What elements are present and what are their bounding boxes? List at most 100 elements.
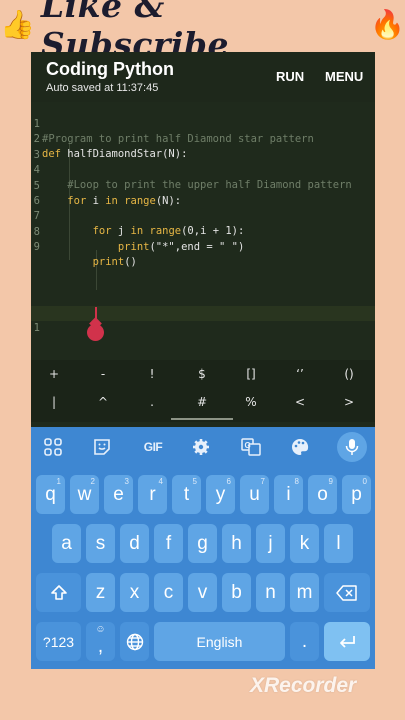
key-label: i	[286, 483, 291, 505]
symbols-key[interactable]: ?123	[36, 622, 81, 661]
key-label: v	[197, 581, 208, 603]
key-c[interactable]: c	[154, 573, 183, 612]
symbol-key[interactable]: $	[182, 367, 222, 381]
key-g[interactable]: g	[188, 524, 217, 563]
code-text: print("*",end = " ")	[117, 241, 245, 253]
key-t[interactable]: t5	[172, 475, 201, 514]
code-editor[interactable]: 1 #Program to print half Diamond star pa…	[31, 102, 375, 360]
key-label: q	[45, 483, 56, 505]
key-label: a	[61, 532, 72, 554]
palette-icon[interactable]	[289, 436, 311, 458]
key-w[interactable]: w2	[70, 475, 99, 514]
run-button[interactable]: RUN	[276, 69, 304, 84]
symbol-key[interactable]: ‘’	[280, 367, 320, 381]
line-number: 9	[33, 241, 40, 253]
key-hint: 5	[192, 477, 197, 486]
key-label: d	[129, 532, 140, 554]
key-q[interactable]: q1	[36, 475, 65, 514]
symbol-key[interactable]: +	[34, 367, 74, 381]
symbol-key[interactable]: ()	[329, 367, 369, 381]
key-l[interactable]: l	[324, 524, 353, 563]
key-label: m	[296, 581, 313, 603]
key-n[interactable]: n	[256, 573, 285, 612]
enter-icon	[340, 635, 355, 648]
key-label: u	[249, 483, 260, 505]
symbol-key[interactable]: >	[329, 395, 369, 409]
key-label: x	[129, 581, 140, 603]
key-hint: 3	[124, 477, 129, 486]
comma-key[interactable]: , ☺	[86, 622, 115, 661]
key-p[interactable]: p0	[342, 475, 371, 514]
sticker-icon[interactable]	[91, 436, 113, 458]
key-s[interactable]: s	[86, 524, 115, 563]
menu-button[interactable]: MENU	[325, 69, 363, 84]
key-m[interactable]: m	[290, 573, 319, 612]
symbol-bar: + - ! $ [] ‘’ () | ^ . # % < >	[31, 360, 375, 422]
key-label: b	[231, 581, 242, 603]
code-text: print()	[92, 256, 137, 268]
thumbs-up-icon: 👍	[0, 8, 35, 41]
key-label: ,	[97, 635, 104, 657]
emoji-icon: ☺	[95, 624, 106, 635]
code-line: 4 #Loop to print the upper half Diamond …	[31, 148, 375, 191]
translate-icon[interactable]: G	[240, 436, 262, 458]
symbol-key[interactable]: <	[280, 395, 320, 409]
watermark: XRecorder	[250, 674, 357, 697]
key-hint: 2	[90, 477, 95, 486]
key-j[interactable]: j	[256, 524, 285, 563]
enter-key[interactable]	[324, 622, 370, 661]
apps-grid-icon[interactable]	[42, 436, 64, 458]
app-title: Coding Python	[46, 59, 174, 79]
globe-key[interactable]	[120, 622, 149, 661]
backspace-icon	[336, 584, 357, 601]
key-label: z	[95, 581, 106, 603]
key-d[interactable]: d	[120, 524, 149, 563]
key-e[interactable]: e3	[104, 475, 133, 514]
key-u[interactable]: u7	[240, 475, 269, 514]
cursor-handle[interactable]	[87, 324, 104, 341]
shift-key[interactable]	[36, 573, 81, 612]
key-v[interactable]: v	[188, 573, 217, 612]
symbol-key[interactable]: -	[83, 367, 123, 381]
key-k[interactable]: k	[290, 524, 319, 563]
autosave-status: Auto saved at 11:37:45	[46, 82, 159, 94]
gif-button[interactable]: GIF	[140, 436, 166, 458]
fire-icon: 🔥	[370, 8, 405, 41]
key-z[interactable]: z	[86, 573, 115, 612]
key-hint: 0	[362, 477, 367, 486]
symbol-key[interactable]: |	[34, 395, 74, 409]
keyboard: GIF G q1 w2 e3 r4 t5 y6 u7 i8 o9 p0 a s …	[31, 427, 375, 669]
code-line: 2 def halfDiamondStar(N):	[31, 117, 375, 160]
key-hint: 4	[158, 477, 163, 486]
space-key[interactable]: English	[154, 622, 285, 661]
code-line: 3	[31, 133, 375, 161]
key-label: English	[196, 633, 243, 650]
symbol-key[interactable]: .	[132, 395, 172, 409]
symbol-key[interactable]: #	[182, 395, 222, 409]
backspace-key[interactable]	[324, 573, 370, 612]
key-i[interactable]: i8	[274, 475, 303, 514]
key-hint: 8	[294, 477, 299, 486]
key-f[interactable]: f	[154, 524, 183, 563]
key-label: h	[231, 532, 242, 554]
key-b[interactable]: b	[222, 573, 251, 612]
key-y[interactable]: y6	[206, 475, 235, 514]
code-line: 0	[31, 292, 375, 320]
mic-icon[interactable]	[341, 436, 363, 458]
settings-icon[interactable]	[190, 436, 212, 458]
symbol-key[interactable]: !	[132, 367, 172, 381]
keyboard-toolbar: GIF G	[31, 427, 375, 467]
symbol-key[interactable]: %	[231, 395, 271, 409]
period-key[interactable]: .	[290, 622, 319, 661]
key-hint: 9	[328, 477, 333, 486]
key-label: o	[317, 483, 328, 505]
key-label: .	[301, 630, 308, 652]
key-o[interactable]: o9	[308, 475, 337, 514]
key-r[interactable]: r4	[138, 475, 167, 514]
banner: 👍 Like & Subscribe 🔥	[0, 0, 405, 64]
symbol-key[interactable]: []	[231, 367, 271, 381]
key-a[interactable]: a	[52, 524, 81, 563]
symbol-key[interactable]: ^	[83, 395, 123, 409]
key-h[interactable]: h	[222, 524, 251, 563]
key-x[interactable]: x	[120, 573, 149, 612]
